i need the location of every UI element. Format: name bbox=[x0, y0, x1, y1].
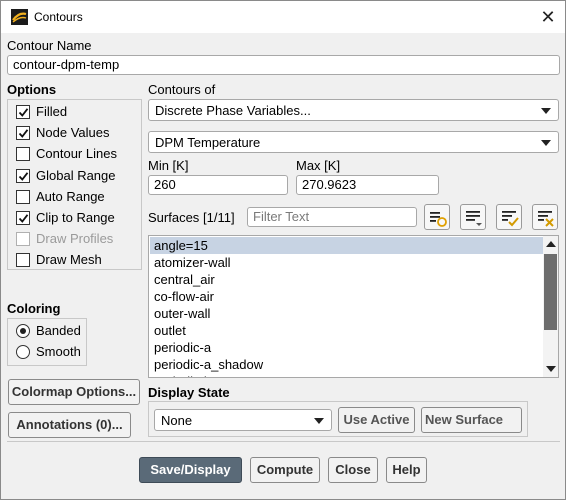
option-filled-checkbox[interactable]: Filled bbox=[10, 102, 135, 122]
surface-list-item[interactable]: co-flow-air bbox=[150, 288, 544, 305]
radio-circle[interactable] bbox=[16, 324, 30, 338]
new-surface-label: New Surface bbox=[425, 412, 504, 427]
chevron-down-icon bbox=[314, 418, 324, 424]
coloring-option-label: Smooth bbox=[36, 344, 81, 359]
scrollbar-thumb[interactable] bbox=[544, 254, 557, 330]
display-state-value: None bbox=[161, 413, 193, 428]
surfaces-list[interactable]: angle=15 atomizer-wall central_air co-flow-… bbox=[148, 235, 559, 378]
checkbox-box[interactable] bbox=[16, 147, 30, 162]
surface-list-item[interactable]: outer-wall bbox=[150, 305, 544, 322]
max-label: Max [K] bbox=[296, 158, 341, 173]
surfaces-filter-placeholder: Filter Text bbox=[253, 209, 310, 224]
radio-dot bbox=[20, 328, 26, 334]
option-label: Draw Profiles bbox=[36, 231, 114, 247]
option-label: Node Values bbox=[36, 125, 110, 141]
deselect-all-button[interactable] bbox=[532, 204, 558, 230]
max-input[interactable]: 270.9623 bbox=[296, 175, 439, 195]
title-bar: Contours ✕ bbox=[1, 1, 565, 33]
option-label: Auto Range bbox=[36, 188, 105, 204]
footer-divider bbox=[7, 441, 560, 442]
surfaces-count: [1/11] bbox=[203, 210, 235, 225]
select-surface-icon bbox=[430, 212, 447, 227]
list-options-button[interactable] bbox=[460, 204, 486, 230]
options-label: Options bbox=[7, 82, 57, 97]
list-options-icon bbox=[466, 211, 482, 226]
surfaces-filter-input[interactable]: Filter Text bbox=[247, 207, 417, 227]
contour-name-label: Contour Name bbox=[7, 38, 92, 53]
display-state-label: Display State bbox=[148, 385, 230, 400]
coloring-banded-radio[interactable]: Banded bbox=[10, 321, 82, 341]
coloring-smooth-radio[interactable]: Smooth bbox=[10, 342, 82, 362]
select-surface-button[interactable] bbox=[424, 204, 450, 230]
window-title: Contours bbox=[34, 10, 83, 24]
contours-of-variable-value: DPM Temperature bbox=[155, 135, 261, 150]
checkbox-box[interactable] bbox=[16, 105, 30, 119]
check-icon bbox=[18, 129, 29, 139]
select-all-button[interactable] bbox=[496, 204, 522, 230]
option-label: Clip to Range bbox=[36, 210, 115, 225]
option-clip-to-range-checkbox[interactable]: Clip to Range bbox=[10, 208, 135, 228]
app-logo-icon bbox=[11, 9, 28, 25]
surface-list-item[interactable]: angle=15 bbox=[150, 237, 544, 254]
checkbox-box[interactable] bbox=[16, 189, 30, 204]
use-active-button[interactable]: Use Active bbox=[338, 407, 415, 433]
select-all-icon bbox=[502, 211, 519, 227]
surface-list-item[interactable]: atomizer-wall bbox=[150, 254, 544, 271]
check-icon bbox=[18, 171, 29, 181]
contours-dialog: Contours ✕ Contour Name contour-dpm-temp… bbox=[0, 0, 566, 500]
coloring-label: Coloring bbox=[7, 301, 61, 316]
colormap-options-button[interactable]: Colormap Options... bbox=[8, 379, 140, 405]
surfaces-label: Surfaces bbox=[148, 210, 200, 225]
checkbox-box[interactable] bbox=[16, 253, 30, 268]
option-draw-profiles-checkbox: Draw Profiles bbox=[10, 229, 135, 249]
contours-of-label: Contours of bbox=[148, 82, 216, 97]
surface-list-item[interactable]: outlet bbox=[150, 322, 544, 339]
save-display-button[interactable]: Save/Display bbox=[139, 457, 242, 483]
surface-list-item[interactable]: periodic-b bbox=[150, 373, 544, 377]
checkbox-box bbox=[16, 232, 30, 247]
option-auto-range-checkbox[interactable]: Auto Range bbox=[10, 187, 135, 207]
scroll-down-icon[interactable] bbox=[546, 366, 556, 372]
display-state-select[interactable]: None bbox=[154, 409, 332, 431]
close-icon[interactable]: ✕ bbox=[537, 7, 559, 27]
deselect-all-icon bbox=[538, 211, 554, 227]
chevron-down-icon bbox=[541, 108, 551, 114]
option-label: Global Range bbox=[36, 167, 116, 183]
checkbox-box[interactable] bbox=[16, 168, 30, 183]
coloring-option-label: Banded bbox=[36, 323, 81, 338]
radio-circle[interactable] bbox=[16, 345, 30, 359]
option-contour-lines-checkbox[interactable]: Contour Lines bbox=[10, 144, 135, 164]
chevron-down-icon bbox=[541, 140, 551, 146]
min-input[interactable]: 260 bbox=[148, 175, 288, 195]
option-label: Filled bbox=[36, 104, 68, 119]
min-label: Min [K] bbox=[148, 158, 189, 173]
option-label: Draw Mesh bbox=[36, 252, 102, 268]
contour-name-input[interactable]: contour-dpm-temp bbox=[7, 55, 560, 75]
help-button[interactable]: Help bbox=[386, 457, 427, 483]
surface-list-item[interactable]: central_air bbox=[150, 271, 544, 288]
option-draw-mesh-checkbox[interactable]: Draw Mesh bbox=[10, 250, 135, 270]
surface-list-item[interactable]: periodic-a_shadow bbox=[150, 356, 544, 373]
option-label: Contour Lines bbox=[36, 146, 117, 162]
contours-of-category-select[interactable]: Discrete Phase Variables... bbox=[148, 99, 559, 121]
check-icon bbox=[18, 214, 29, 223]
new-surface-button[interactable]: New Surface bbox=[421, 407, 522, 433]
scroll-up-icon[interactable] bbox=[546, 241, 556, 247]
close-button[interactable]: Close bbox=[328, 457, 378, 483]
option-global-range-checkbox[interactable]: Global Range bbox=[10, 166, 135, 186]
compute-button[interactable]: Compute bbox=[250, 457, 320, 483]
annotations-button[interactable]: Annotations (0)... bbox=[8, 412, 131, 438]
surfaces-scrollbar[interactable] bbox=[543, 236, 558, 377]
check-icon bbox=[18, 108, 29, 117]
checkbox-box[interactable] bbox=[16, 211, 30, 225]
contours-of-category-value: Discrete Phase Variables... bbox=[155, 103, 311, 118]
surface-list-item[interactable]: periodic-a bbox=[150, 339, 544, 356]
contours-of-variable-select[interactable]: DPM Temperature bbox=[148, 131, 559, 153]
checkbox-box[interactable] bbox=[16, 126, 30, 141]
option-node-values-checkbox[interactable]: Node Values bbox=[10, 123, 135, 143]
